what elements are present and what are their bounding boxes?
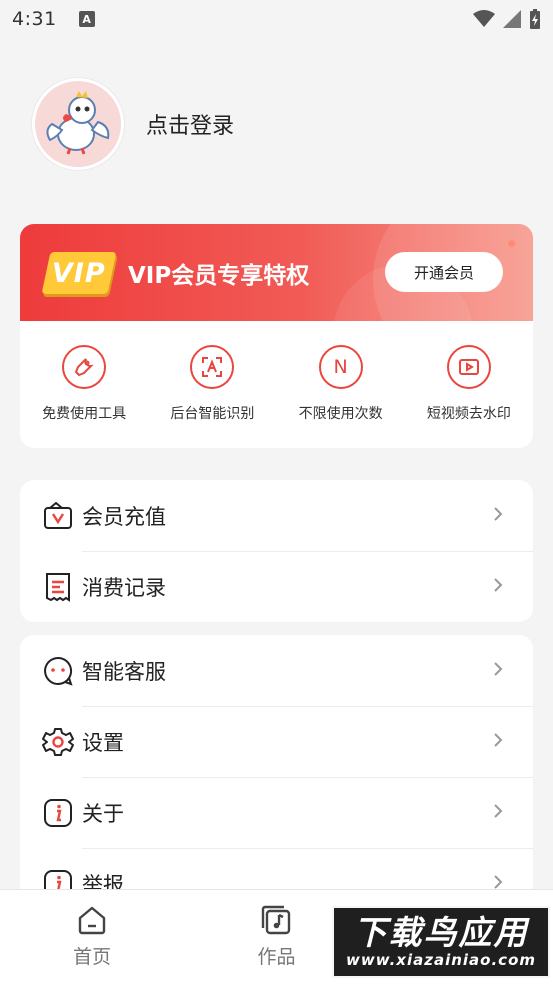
chevron-right-icon — [493, 577, 503, 597]
profile-header[interactable]: 点击登录 — [32, 78, 234, 170]
menu-label: 会员充值 — [82, 504, 166, 529]
open-vip-button[interactable]: 开通会员 — [385, 252, 503, 292]
battery-charging-icon — [530, 9, 540, 29]
feature-remove-watermark[interactable]: 短视频去水印 — [409, 345, 529, 423]
chevron-right-icon — [493, 732, 503, 752]
vip-badge-text: VIP — [52, 257, 106, 288]
wifi-icon — [473, 10, 495, 27]
menu-label: 关于 — [82, 801, 124, 826]
feature-label: 免费使用工具 — [42, 406, 127, 422]
menu-label: 智能客服 — [82, 659, 166, 684]
watermark-title: 下载鸟应用 — [353, 913, 529, 952]
duck-mascot-icon — [46, 91, 110, 155]
vip-title: VIP会员专享特权 — [128, 262, 310, 289]
vip-card: VIP VIP会员专享特权 开通会员 免费使用工具 后台智能识别 N 不限使用次… — [20, 224, 533, 448]
feature-label: 短视频去水印 — [426, 406, 511, 422]
watermark-logo: 下载鸟应用 www.xiazainiao.com — [332, 906, 550, 978]
status-bar: 4:31 A — [0, 0, 553, 38]
feature-label: 后台智能识别 — [170, 406, 255, 422]
nav-label: 作品 — [257, 946, 296, 968]
chat-bubble-icon — [42, 655, 74, 687]
menu-group-account: 会员充值 消费记录 — [20, 480, 533, 622]
menu-item-customer-service[interactable]: 智能客服 — [20, 635, 533, 706]
n-letter-glyph: N — [333, 356, 348, 378]
feature-label: 不限使用次数 — [298, 406, 383, 422]
menu-label: 设置 — [82, 730, 124, 755]
feature-unlimited-uses[interactable]: N 不限使用次数 — [281, 345, 401, 423]
nav-item-home[interactable]: 首页 — [0, 890, 184, 984]
vip-card-icon — [42, 500, 74, 532]
home-icon — [78, 906, 106, 935]
feature-free-tools[interactable]: 免费使用工具 — [24, 345, 144, 423]
chevron-right-icon — [493, 506, 503, 526]
vip-badge: VIP — [41, 251, 117, 294]
status-time: 4:31 — [12, 8, 57, 30]
music-note-icon — [262, 905, 291, 935]
banner-dot — [508, 240, 515, 247]
menu-item-purchase-history[interactable]: 消费记录 — [20, 551, 533, 622]
menu-item-about[interactable]: 关于 — [20, 777, 533, 848]
notification-a-icon: A — [78, 11, 95, 27]
wrench-icon — [62, 345, 107, 389]
receipt-icon — [42, 571, 74, 603]
cell-signal-icon — [503, 10, 521, 28]
menu-label: 消费记录 — [82, 575, 166, 600]
menu-item-settings[interactable]: 设置 — [20, 706, 533, 777]
vip-banner[interactable]: VIP VIP会员专享特权 开通会员 — [20, 224, 533, 321]
info-icon — [42, 797, 74, 829]
watermark-url: www.xiazainiao.com — [345, 951, 537, 969]
chevron-right-icon — [493, 661, 503, 681]
menu-item-vip-recharge[interactable]: 会员充值 — [20, 480, 533, 551]
vip-features: 免费使用工具 后台智能识别 N 不限使用次数 短视频去水印 — [20, 321, 533, 423]
login-prompt[interactable]: 点击登录 — [146, 108, 234, 140]
n-letter-icon: N — [318, 345, 363, 389]
nav-label: 首页 — [73, 946, 112, 968]
text-scan-icon — [190, 345, 235, 389]
feature-smart-recognition[interactable]: 后台智能识别 — [152, 345, 272, 423]
gear-icon — [42, 726, 74, 758]
chevron-right-icon — [493, 803, 503, 823]
avatar[interactable] — [32, 78, 124, 170]
status-icons — [473, 9, 541, 29]
video-play-icon — [446, 345, 491, 389]
